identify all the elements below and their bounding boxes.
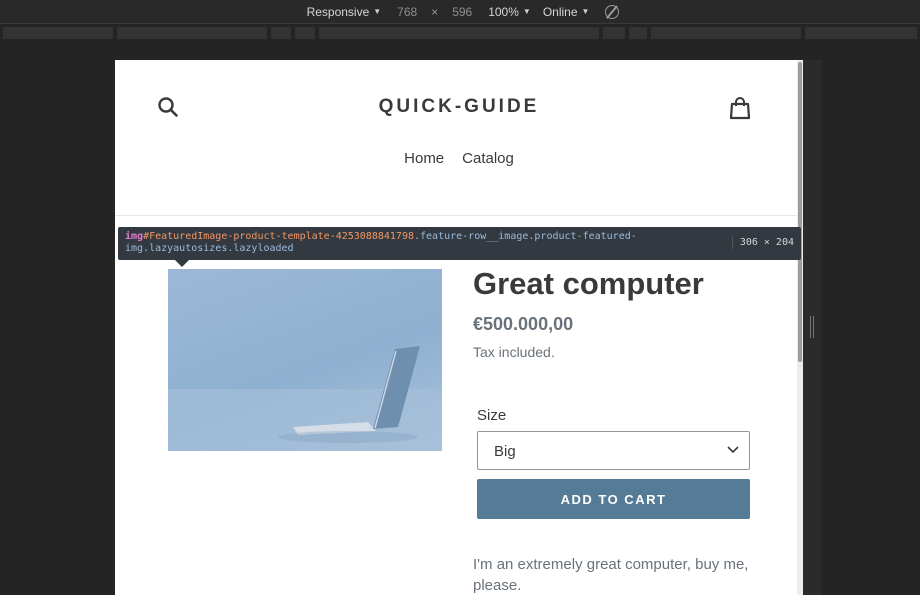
throttle-label: Online	[542, 4, 578, 19]
viewport-scrollbar-thumb[interactable]	[798, 62, 802, 362]
device-mode-dropdown[interactable]: Responsive ▼	[307, 5, 382, 19]
media-query-segment[interactable]	[629, 27, 647, 39]
site-title[interactable]: QUICK-GUIDE	[115, 96, 803, 118]
media-query-segment[interactable]	[651, 27, 801, 39]
add-to-cart-button[interactable]: ADD TO CART	[477, 479, 750, 519]
element-size: 306 × 204	[731, 237, 794, 249]
size-label: Size	[477, 407, 507, 424]
product-title: Great computer	[473, 266, 704, 301]
media-query-segment[interactable]	[295, 27, 315, 39]
nav-item-catalog[interactable]: Catalog	[462, 150, 514, 167]
main-nav: Home Catalog	[115, 150, 803, 167]
media-query-segment[interactable]	[3, 27, 113, 39]
laptop-photo	[168, 346, 442, 451]
caret-down-icon: ▼	[522, 7, 531, 16]
device-mode-label: Responsive	[306, 4, 370, 19]
product-price: €500.000,00	[473, 314, 574, 334]
site-header: QUICK-GUIDE Home Catalog	[115, 60, 803, 216]
dimension-separator: ×	[431, 4, 439, 19]
element-selector: img#FeaturedImage-product-template-42530…	[125, 231, 735, 255]
resize-handle[interactable]	[810, 316, 814, 338]
media-query-segment[interactable]	[319, 27, 599, 39]
cart-icon[interactable]	[729, 96, 751, 120]
size-select-value: Big	[494, 443, 516, 460]
height-input[interactable]: 596	[442, 4, 482, 20]
selector-id: #FeaturedImage-product-template-42530888…	[143, 231, 414, 242]
zoom-dropdown[interactable]: 100% ▼	[488, 5, 531, 19]
device-viewport: QUICK-GUIDE Home Catalog Great computer …	[115, 60, 803, 595]
media-query-bar	[0, 24, 920, 42]
product-description: I'm an extremely great computer, buy me,…	[473, 556, 749, 594]
media-query-segment[interactable]	[603, 27, 625, 39]
media-query-segment[interactable]	[805, 27, 917, 39]
size-select[interactable]: Big	[477, 431, 750, 470]
selector-tag: img	[125, 231, 144, 242]
nav-item-home[interactable]: Home	[404, 150, 444, 167]
zoom-label: 100%	[488, 4, 519, 19]
inspector-tooltip: img#FeaturedImage-product-template-42530…	[118, 227, 801, 260]
throttle-dropdown[interactable]: Online ▼	[543, 5, 590, 19]
tax-note: Tax included.	[473, 344, 555, 360]
caret-down-icon: ▼	[581, 7, 590, 16]
tooltip-arrow	[175, 260, 189, 267]
media-query-segment[interactable]	[117, 27, 267, 39]
device-toolbar: Responsive ▼ 768 × 596 100% ▼ Online ▼	[0, 0, 920, 24]
product-featured-image	[168, 269, 442, 451]
caret-down-icon: ▼	[373, 7, 382, 16]
chevron-down-icon	[727, 446, 739, 454]
width-input[interactable]: 768	[387, 4, 427, 20]
rotate-icon[interactable]	[605, 4, 620, 19]
media-query-segment[interactable]	[271, 27, 291, 39]
